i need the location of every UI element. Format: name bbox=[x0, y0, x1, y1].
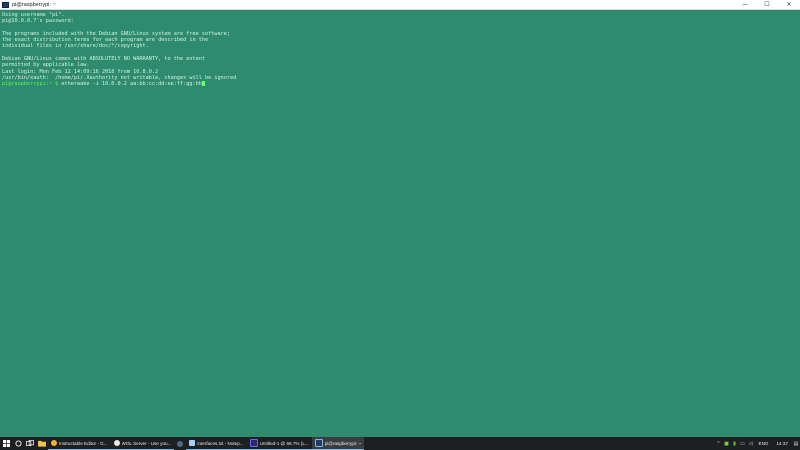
taskbar: Instructable Editor - G... WOL Server - … bbox=[0, 437, 800, 450]
taskbar-app-label: WOL Server - Use you... bbox=[121, 440, 172, 446]
task-view-icon bbox=[26, 440, 34, 447]
taskbar-app-steam[interactable] bbox=[174, 437, 186, 450]
terminal-area[interactable]: Using username "pi". pi@10.0.0.7's passw… bbox=[0, 10, 800, 437]
app-tray-icon[interactable]: ■ bbox=[723, 437, 731, 450]
window-titlebar[interactable]: pi@raspberrypi: ~ — ☐ ✕ bbox=[0, 0, 800, 10]
notepad-icon bbox=[189, 440, 196, 446]
shell-prompt: pi@raspberrypi:~ $ bbox=[2, 81, 59, 88]
window-title: pi@raspberrypi: ~ bbox=[12, 1, 56, 8]
file-explorer-button[interactable] bbox=[36, 437, 48, 450]
desktop-screen: pi@raspberrypi: ~ — ☐ ✕ Using username "… bbox=[0, 0, 800, 450]
notifications-icon[interactable]: ▤ bbox=[792, 437, 800, 450]
command-line[interactable]: pi@raspberrypi:~ $ etherwake -i 10.0.0.2… bbox=[2, 81, 800, 87]
command-text: etherwake -i 10.0.0.2 aa:bb:cc:dd:ee:ff:… bbox=[58, 81, 202, 88]
start-button[interactable] bbox=[0, 437, 12, 450]
network-icon[interactable]: ▭ bbox=[739, 437, 747, 450]
language-indicator[interactable]: ENG bbox=[755, 441, 773, 446]
putty-icon bbox=[2, 1, 9, 8]
taskbar-app-label: pi@raspberrypi: ~ bbox=[324, 440, 362, 446]
taskbar-app-photoshop[interactable]: Untitled-1 @ 66.7% (L... bbox=[246, 437, 312, 450]
window-controls: — ☐ ✕ bbox=[734, 0, 800, 10]
photoshop-icon bbox=[249, 439, 258, 447]
steam-icon bbox=[177, 440, 184, 447]
circle-icon bbox=[14, 440, 22, 447]
volume-icon[interactable]: ◁ bbox=[747, 437, 755, 450]
system-tray: ⌃ ■ ▮ ▭ ◁ ENG 14:37 ▤ bbox=[715, 437, 800, 450]
taskbar-app-label: interfaces.txt - Notep... bbox=[197, 440, 244, 446]
folder-icon bbox=[38, 440, 46, 447]
taskbar-app-notepad[interactable]: interfaces.txt - Notep... bbox=[186, 437, 247, 450]
taskbar-app-browser[interactable]: WOL Server - Use you... bbox=[110, 437, 175, 450]
windows-logo-icon bbox=[2, 440, 10, 447]
maximize-button[interactable]: ☐ bbox=[756, 0, 778, 10]
clock[interactable]: 14:37 bbox=[773, 441, 793, 446]
text-cursor bbox=[201, 81, 205, 87]
putty-icon bbox=[314, 439, 323, 447]
chrome-icon bbox=[51, 440, 57, 446]
chevron-up-icon[interactable]: ⌃ bbox=[715, 437, 723, 450]
task-view-button[interactable] bbox=[24, 437, 36, 450]
minimize-button[interactable]: — bbox=[734, 0, 756, 10]
taskbar-app-chrome[interactable]: Instructable Editor - G... bbox=[48, 437, 111, 450]
taskbar-app-label: Untitled-1 @ 66.7% (L... bbox=[259, 440, 309, 446]
battery-icon[interactable]: ▮ bbox=[731, 437, 739, 450]
taskbar-app-putty[interactable]: pi@raspberrypi: ~ bbox=[311, 437, 365, 450]
taskbar-app-label: Instructable Editor - G... bbox=[59, 440, 108, 446]
cortana-button[interactable] bbox=[12, 437, 24, 450]
browser-icon bbox=[113, 440, 120, 446]
close-button[interactable]: ✕ bbox=[778, 0, 800, 10]
